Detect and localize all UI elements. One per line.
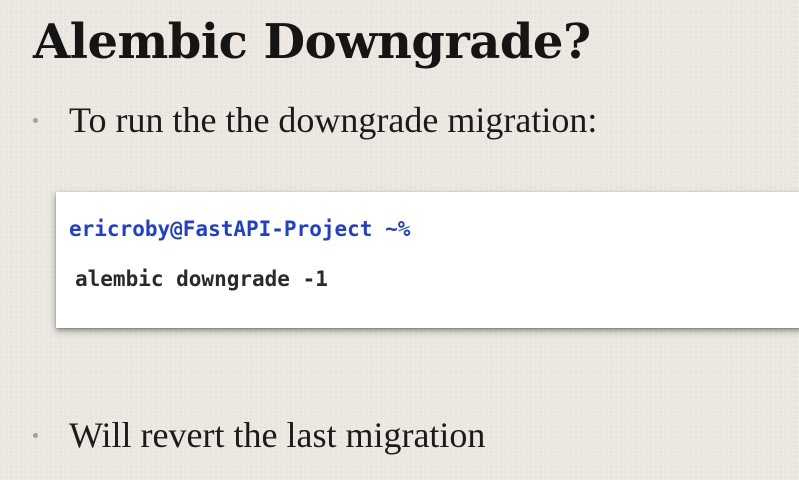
bullet-item: To run the the downgrade migration: [33, 95, 773, 145]
terminal-prompt: ericroby@FastAPI-Project ~% [69, 217, 411, 241]
bullet-dot-icon [33, 432, 38, 438]
bullet-item: Will revert the last migration [33, 410, 773, 460]
bullet-text: To run the the downgrade migration: [69, 100, 598, 140]
terminal-code-block: ericroby@FastAPI-Project ~% alembic down… [56, 192, 799, 328]
slide-title: Alembic Downgrade? [33, 14, 591, 70]
bullet-dot-icon [33, 117, 38, 123]
bullet-text: Will revert the last migration [69, 415, 486, 455]
terminal-command: alembic downgrade -1 [75, 267, 328, 291]
